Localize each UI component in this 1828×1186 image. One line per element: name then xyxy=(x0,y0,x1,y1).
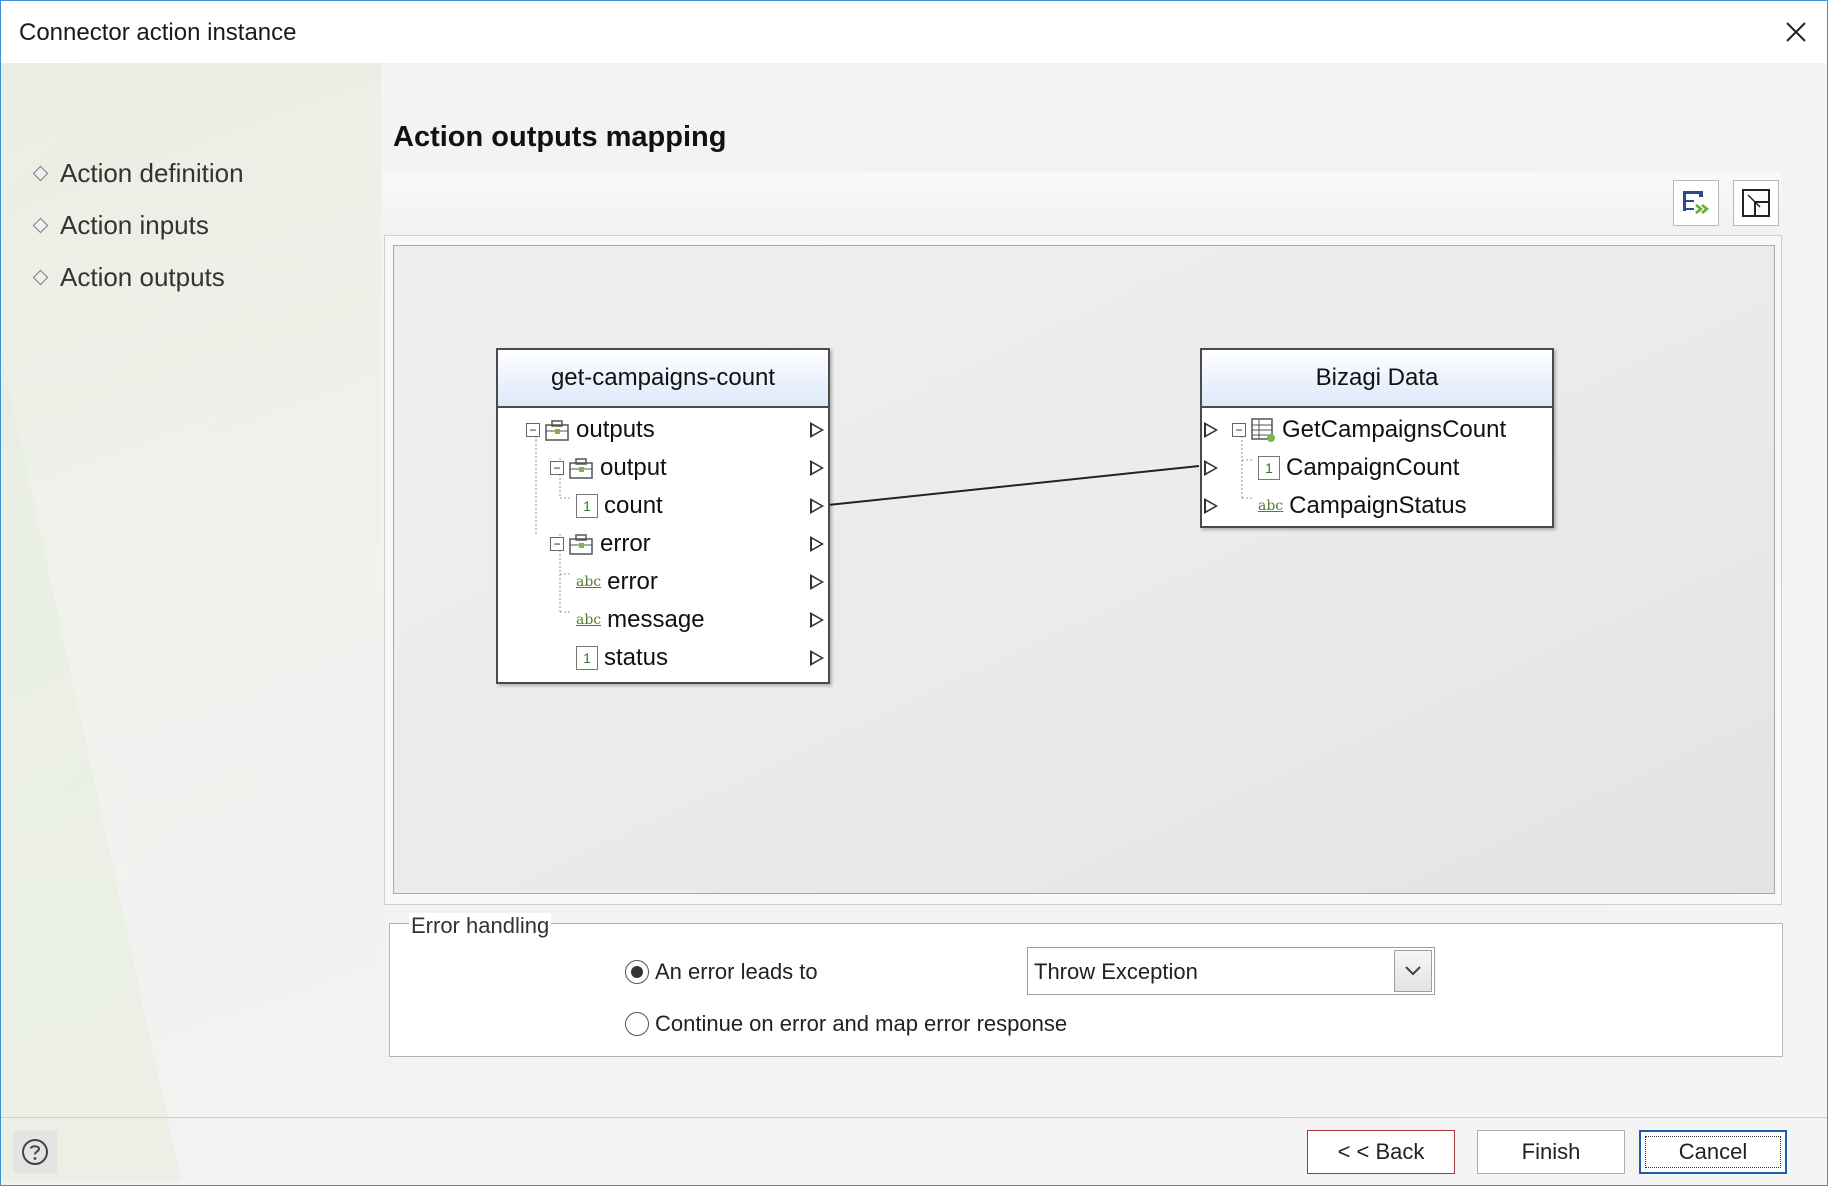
step-bullet-icon xyxy=(32,165,49,181)
tree-label: error xyxy=(607,568,658,595)
tree-label: GetCampaignsCount xyxy=(1282,416,1507,443)
entity-icon xyxy=(1250,417,1276,443)
footer-divider xyxy=(1,1117,1827,1118)
tree-row-error[interactable]: abc error xyxy=(576,563,658,601)
step-label: Action inputs xyxy=(60,209,209,240)
help-icon xyxy=(22,1139,48,1165)
mapping-canvas[interactable]: get-campaigns-count − outputs − output 1… xyxy=(393,245,1775,894)
fit-view-icon xyxy=(1742,189,1770,217)
output-port-icon[interactable] xyxy=(810,460,824,476)
number-type-icon: 1 xyxy=(576,494,598,518)
close-icon xyxy=(1786,22,1806,42)
output-port-icon[interactable] xyxy=(810,574,824,590)
number-type-icon: 1 xyxy=(1258,456,1280,480)
object-icon xyxy=(544,418,570,442)
tree-label: CampaignStatus xyxy=(1289,492,1467,519)
collapse-icon[interactable]: − xyxy=(1232,423,1246,437)
help-button[interactable] xyxy=(13,1131,57,1173)
step-label: Action outputs xyxy=(60,261,225,292)
window-title: Connector action instance xyxy=(19,19,297,46)
tree-label: status xyxy=(604,644,669,671)
output-port-icon[interactable] xyxy=(810,536,824,552)
error-action-select[interactable]: Throw Exception xyxy=(1027,947,1435,995)
step-action-inputs[interactable]: Action inputs xyxy=(31,199,244,251)
fit-view-button[interactable] xyxy=(1733,180,1779,226)
wizard-steps: Action definition Action inputs Action o… xyxy=(31,147,244,303)
input-port-icon[interactable] xyxy=(1204,460,1218,476)
object-icon xyxy=(568,456,594,480)
step-action-outputs[interactable]: Action outputs xyxy=(31,251,244,303)
tree-row-campaigncount[interactable]: 1 CampaignCount xyxy=(1258,449,1459,487)
radio-button[interactable] xyxy=(625,1012,649,1036)
back-button[interactable]: < < Back xyxy=(1307,1130,1455,1174)
radio-label: An error leads to xyxy=(655,959,818,984)
page-title: Action outputs mapping xyxy=(393,121,727,153)
source-node[interactable]: get-campaigns-count − outputs − output 1… xyxy=(496,348,830,684)
text-type-icon: abc xyxy=(576,612,602,628)
tree-row-count[interactable]: 1 count xyxy=(576,487,663,525)
tree-row-outputs[interactable]: − outputs xyxy=(526,411,655,449)
output-port-icon[interactable] xyxy=(810,422,824,438)
object-icon xyxy=(568,532,594,556)
tree-label: outputs xyxy=(576,416,655,443)
tree-row-message[interactable]: abc message xyxy=(576,601,705,639)
input-port-icon[interactable] xyxy=(1204,498,1218,514)
error-handling-legend: Error handling xyxy=(409,913,552,939)
tree-label: CampaignCount xyxy=(1286,454,1460,481)
tree-row-getcampaignscount[interactable]: − GetCampaignsCount xyxy=(1232,411,1506,449)
text-type-icon: abc xyxy=(576,574,602,590)
close-button[interactable] xyxy=(1765,1,1827,63)
step-label: Action definition xyxy=(60,157,244,188)
finish-button[interactable]: Finish xyxy=(1477,1130,1625,1174)
target-node[interactable]: Bizagi Data − GetCampaignsCount 1 Campai… xyxy=(1200,348,1554,528)
tree-label: message xyxy=(607,606,705,633)
tree-row-status[interactable]: 1 status xyxy=(576,639,668,677)
tree-label: error xyxy=(600,530,651,557)
title-bar: Connector action instance xyxy=(1,1,1827,63)
step-bullet-icon xyxy=(32,269,49,285)
radio-error-leads-to[interactable]: An error leads to xyxy=(625,959,818,985)
collapse-icon[interactable]: − xyxy=(526,423,540,437)
number-type-icon: 1 xyxy=(576,646,598,670)
auto-map-button[interactable] xyxy=(1673,180,1719,226)
tree-label: output xyxy=(600,454,667,481)
output-port-icon[interactable] xyxy=(810,650,824,666)
radio-label: Continue on error and map error response xyxy=(655,1011,1068,1036)
tree-label: count xyxy=(604,492,663,519)
dialog-window: Connector action instance Action definit… xyxy=(0,0,1828,1186)
collapse-icon[interactable]: − xyxy=(550,461,564,475)
tree-row-output[interactable]: − output xyxy=(550,449,667,487)
mapping-toolbar xyxy=(383,173,1781,235)
step-action-definition[interactable]: Action definition xyxy=(31,147,244,199)
text-type-icon: abc xyxy=(1258,498,1284,514)
chevron-down-icon[interactable] xyxy=(1394,950,1432,992)
output-port-icon[interactable] xyxy=(810,498,824,514)
tree-row-campaignstatus[interactable]: abc CampaignStatus xyxy=(1258,487,1467,525)
radio-button-selected[interactable] xyxy=(625,960,649,984)
input-port-icon[interactable] xyxy=(1204,422,1218,438)
tree-row-error-group[interactable]: − error xyxy=(550,525,651,563)
cancel-button[interactable]: Cancel xyxy=(1639,1130,1787,1174)
output-port-icon[interactable] xyxy=(810,612,824,628)
select-value: Throw Exception xyxy=(1034,959,1198,984)
background-decoration-shape xyxy=(1,351,181,1181)
auto-map-icon xyxy=(1683,191,1710,214)
collapse-icon[interactable]: − xyxy=(550,537,564,551)
step-bullet-icon xyxy=(32,217,49,233)
radio-continue-on-error[interactable]: Continue on error and map error response xyxy=(625,1011,1067,1037)
